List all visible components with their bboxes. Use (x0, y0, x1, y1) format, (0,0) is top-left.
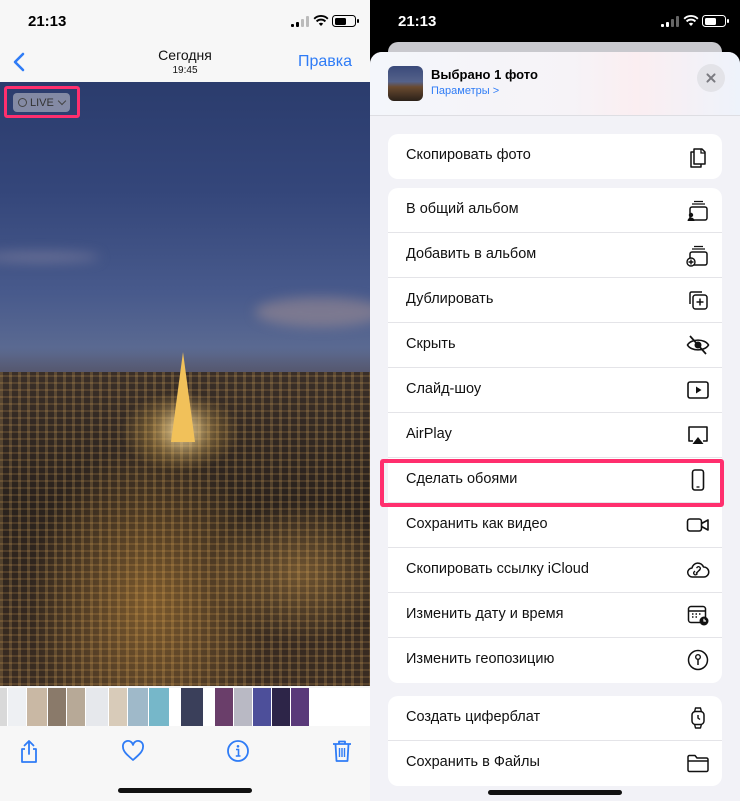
thumbnail-current[interactable] (181, 688, 203, 726)
action-label: Дублировать (406, 291, 494, 307)
hide-eye-icon (686, 335, 710, 355)
photo-viewer-screen: 21:13 Сегодня 19:45 Правка LIVE (0, 0, 370, 801)
home-indicator (118, 788, 252, 793)
thumbnail-gap (170, 688, 180, 726)
action-group-main: В общий альбом Добавить в альбом Дублиро… (388, 188, 722, 683)
thumbnail[interactable] (272, 688, 290, 726)
phone-wallpaper-icon (691, 469, 705, 491)
thumbnail[interactable] (128, 688, 148, 726)
folder-icon (687, 754, 709, 773)
share-icon[interactable] (16, 738, 42, 764)
action-slideshow[interactable]: Слайд-шоу (388, 368, 722, 413)
action-group-extra: Создать циферблат Сохранить в Файлы (388, 696, 722, 786)
wifi-icon (313, 15, 329, 26)
copy-icon (690, 148, 706, 168)
calendar-clock-icon (687, 605, 709, 626)
thumbnail[interactable] (27, 688, 47, 726)
action-label: В общий альбом (406, 201, 519, 217)
action-shared-album[interactable]: В общий альбом (388, 188, 722, 233)
action-adjust-location[interactable]: Изменить геопозицию (388, 638, 722, 683)
action-label: Добавить в альбом (406, 246, 537, 262)
video-camera-icon (686, 518, 709, 532)
action-label: Сделать обоями (406, 471, 518, 487)
location-pin-icon (687, 649, 709, 671)
status-time: 21:13 (398, 13, 437, 30)
battery-icon (702, 15, 729, 27)
thumbnail[interactable] (8, 688, 26, 726)
action-hide[interactable]: Скрыть (388, 323, 722, 368)
action-add-to-album[interactable]: Добавить в альбом (388, 233, 722, 278)
photo-toolbar (0, 726, 370, 801)
edit-button[interactable]: Правка (298, 53, 352, 71)
cellular-signal-icon (661, 16, 679, 27)
add-to-album-icon (686, 245, 708, 267)
action-save-as-video[interactable]: Сохранить как видео (388, 503, 722, 548)
favorite-heart-icon[interactable] (120, 738, 146, 764)
status-bar: 21:13 (370, 0, 740, 44)
status-time: 21:13 (28, 13, 67, 30)
thumbnail[interactable] (253, 688, 271, 726)
selected-photo-thumbnail (388, 66, 423, 101)
thumbnail[interactable] (234, 688, 252, 726)
action-save-to-files[interactable]: Сохранить в Файлы (388, 741, 722, 786)
thumbnail[interactable] (86, 688, 108, 726)
action-duplicate[interactable]: Дублировать (388, 278, 722, 323)
action-label: AirPlay (406, 426, 452, 442)
live-photo-icon (18, 98, 27, 107)
action-create-watch-face[interactable]: Создать циферблат (388, 696, 722, 741)
thumbnail-gap (204, 688, 214, 726)
thumbnail[interactable] (291, 688, 309, 726)
action-airplay[interactable]: AirPlay (388, 413, 722, 458)
action-label: Сохранить как видео (406, 516, 548, 532)
selection-title: Выбрано 1 фото (431, 67, 538, 82)
thumbnail[interactable] (48, 688, 66, 726)
shared-album-icon (687, 200, 708, 221)
action-label: Слайд-шоу (406, 381, 482, 397)
trash-icon[interactable] (329, 738, 355, 764)
thumbnail[interactable] (109, 688, 127, 726)
status-bar: 21:13 (0, 0, 370, 44)
slideshow-icon (687, 381, 709, 399)
chevron-down-icon (57, 96, 67, 106)
action-label: Создать циферблат (406, 709, 541, 725)
action-label: Скрыть (406, 336, 456, 352)
action-copy-icloud-link[interactable]: Скопировать ссылку iCloud (388, 548, 722, 593)
action-copy-photo[interactable]: Скопировать фото (388, 134, 722, 179)
action-label: Изменить дату и время (406, 606, 564, 622)
options-link[interactable]: Параметры > (431, 85, 499, 97)
share-sheet-screen: 21:13 Выбрано 1 фото Параметры > Скопиро… (370, 0, 740, 801)
thumbnail[interactable] (0, 688, 7, 726)
main-photo[interactable] (0, 82, 370, 686)
cellular-signal-icon (291, 16, 309, 27)
icloud-link-icon (687, 562, 710, 578)
thumbnail[interactable] (149, 688, 169, 726)
navigation-bar: Сегодня 19:45 Правка (0, 44, 370, 82)
live-photo-badge[interactable]: LIVE (13, 93, 70, 112)
action-label: Сохранить в Файлы (406, 754, 540, 770)
watch-icon (691, 707, 705, 729)
share-sheet: Выбрано 1 фото Параметры > Скопировать ф… (370, 52, 740, 801)
live-photo-badge-highlight: LIVE (4, 86, 80, 118)
action-set-wallpaper[interactable]: Сделать обоями (388, 458, 722, 503)
thumbnail-strip[interactable] (0, 688, 370, 726)
airplay-icon (688, 426, 708, 444)
thumbnail[interactable] (215, 688, 233, 726)
action-adjust-date-time[interactable]: Изменить дату и время (388, 593, 722, 638)
wifi-icon (683, 15, 699, 26)
duplicate-icon (689, 291, 708, 310)
share-sheet-header: Выбрано 1 фото Параметры > (370, 52, 740, 116)
live-label: LIVE (30, 96, 54, 109)
info-icon[interactable] (225, 738, 251, 764)
home-indicator (488, 790, 622, 795)
action-label: Изменить геопозицию (406, 651, 555, 667)
close-button[interactable] (697, 64, 725, 92)
action-group-copy: Скопировать фото (388, 134, 722, 179)
action-label: Скопировать фото (406, 147, 531, 163)
action-label: Скопировать ссылку iCloud (406, 561, 589, 577)
thumbnail[interactable] (67, 688, 85, 726)
battery-icon (332, 15, 359, 27)
